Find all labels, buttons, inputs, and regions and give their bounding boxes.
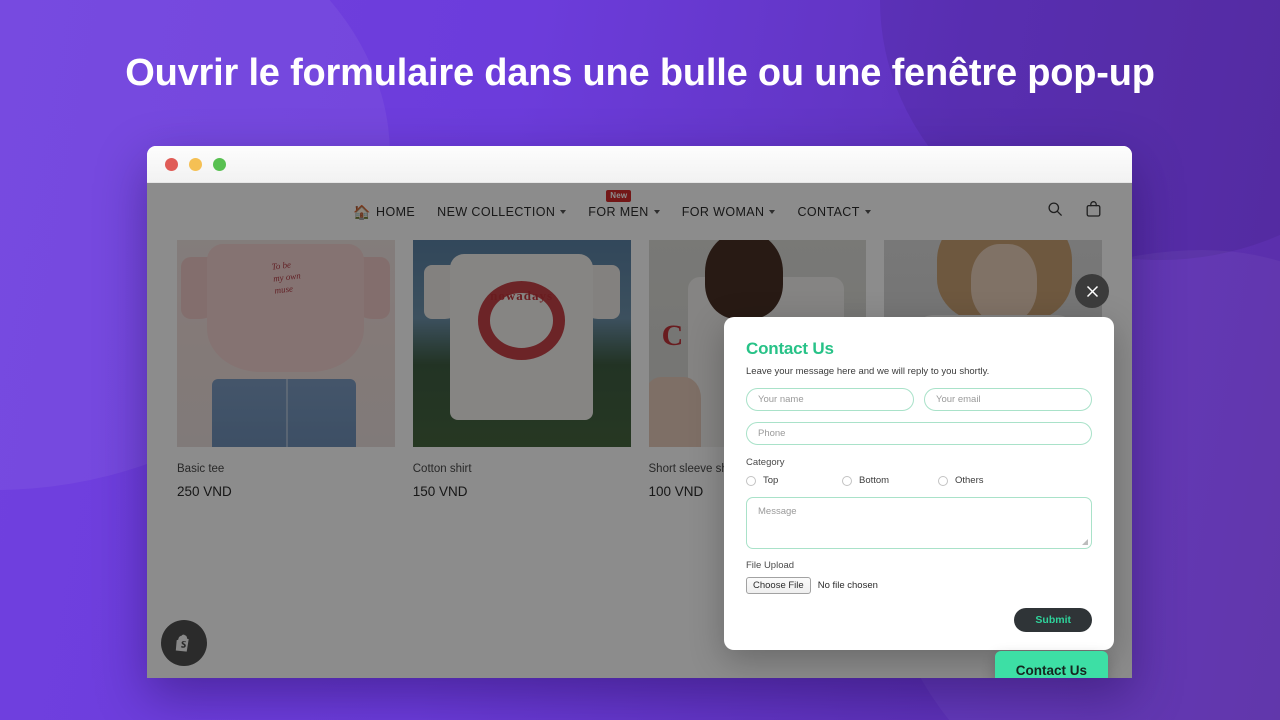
page-title: Ouvrir le formulaire dans une bulle ou u… (125, 52, 1155, 94)
traffic-light-close[interactable] (165, 157, 178, 171)
email-input[interactable]: Your email (924, 388, 1092, 411)
submit-button[interactable]: Submit (1014, 608, 1092, 632)
screenshot-root: Ouvrir le formulaire dans une bulle ou u… (0, 0, 1280, 720)
name-email-row: Your name Your email (746, 388, 1092, 411)
traffic-light-minimize[interactable] (189, 157, 202, 171)
phone-input[interactable]: Phone (746, 422, 1092, 445)
choose-file-button[interactable]: Choose File (746, 577, 811, 594)
radio-option-others[interactable]: Others (938, 475, 1034, 486)
contact-form-popup: Contact Us Leave your message here and w… (724, 317, 1114, 650)
category-label: Category (746, 457, 785, 468)
radio-label: Bottom (859, 475, 890, 486)
close-popup-button[interactable] (1075, 274, 1109, 308)
browser-window-mockup: 🏠 HOME NEW COLLECTION New FOR MEN FOR WO… (147, 146, 1132, 678)
message-textarea[interactable]: Message (746, 497, 1092, 549)
phone-row: Phone (746, 422, 1092, 445)
radio-icon[interactable] (842, 475, 852, 486)
category-radio-group: Top Bottom Others (746, 475, 1092, 486)
form-title: Contact Us (746, 339, 834, 358)
radio-label: Others (955, 475, 984, 486)
radio-option-bottom[interactable]: Bottom (842, 475, 938, 486)
radio-option-top[interactable]: Top (746, 475, 842, 486)
name-input[interactable]: Your name (746, 388, 914, 411)
file-upload-label: File Upload (746, 560, 795, 571)
shopify-icon[interactable] (161, 620, 207, 666)
traffic-light-maximize[interactable] (213, 157, 226, 171)
submit-row: Submit (746, 608, 1092, 632)
form-subtitle: Leave your message here and we will repl… (746, 366, 990, 377)
browser-titlebar (147, 146, 1132, 183)
close-icon (1086, 285, 1098, 297)
file-status-text: No file chosen (817, 580, 878, 591)
radio-icon[interactable] (746, 475, 756, 486)
radio-icon[interactable] (938, 475, 948, 486)
contact-us-floating-button[interactable]: Contact Us (994, 651, 1108, 678)
radio-label: Top (763, 475, 779, 486)
file-upload-row: Choose File No file chosen (746, 577, 1092, 594)
